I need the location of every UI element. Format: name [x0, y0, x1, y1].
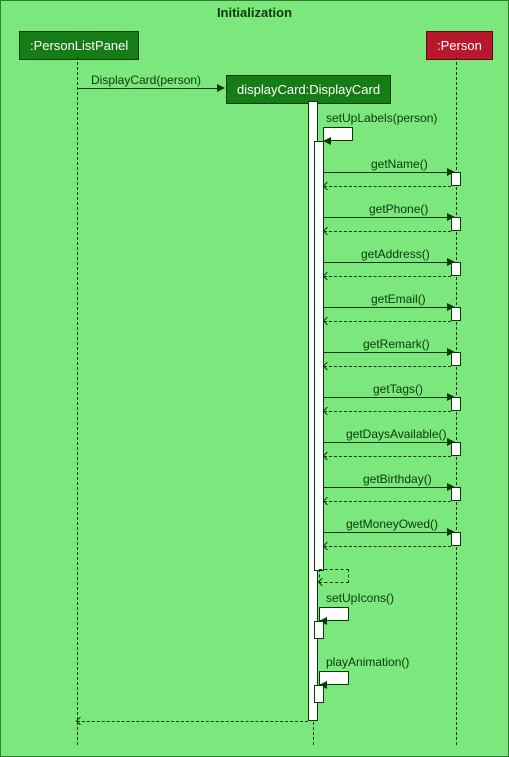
arrow-getemail	[324, 307, 449, 308]
returnhead-getemail	[323, 317, 331, 325]
participant-displaycard: displayCard:DisplayCard	[226, 75, 391, 104]
arrow-getmoneyowed	[324, 532, 449, 533]
lifeline-personlistpanel	[77, 57, 78, 745]
arrow-getphone	[324, 217, 449, 218]
arrowhead-create	[217, 84, 225, 92]
arrow-getremark	[324, 352, 449, 353]
arrow-getaddress	[324, 262, 449, 263]
msg-getaddress: getAddress()	[361, 247, 430, 261]
msg-getmoneyowed: getMoneyOwed()	[346, 517, 438, 531]
returnhead-gettags	[323, 407, 331, 415]
arrowhead-setuplabels	[323, 137, 331, 145]
msg-getphone: getPhone()	[369, 202, 428, 216]
msg-getemail: getEmail()	[371, 292, 426, 306]
activation-person-getaddress	[451, 262, 461, 276]
activation-person-getdaysavailable	[451, 442, 461, 456]
msg-getdaysavailable: getDaysAvailable()	[346, 427, 447, 441]
msg-getname: getName()	[371, 157, 428, 171]
activation-person-getemail	[451, 307, 461, 321]
participant-person: :Person	[426, 31, 493, 60]
returnhead-getname	[323, 182, 331, 190]
returnhead-getbirthday	[323, 497, 331, 505]
participant-personlistpanel: :PersonListPanel	[19, 31, 139, 60]
msg-gettags: getTags()	[373, 382, 423, 396]
arrow-gettags	[324, 397, 449, 398]
return-getbirthday	[324, 501, 451, 502]
activation-person-getbirthday	[451, 487, 461, 501]
return-getname	[324, 186, 451, 187]
returnhead-getmoneyowed	[323, 542, 331, 550]
arrow-getdaysavailable	[324, 442, 449, 443]
arrow-create	[77, 88, 219, 89]
returnhead-getaddress	[323, 272, 331, 280]
activation-setupicons	[314, 621, 324, 639]
activation-person-getremark	[451, 352, 461, 366]
msg-setupicons: setUpIcons()	[326, 591, 394, 605]
return-gettags	[324, 411, 451, 412]
msg-getbirthday: getBirthday()	[363, 472, 432, 486]
msg-getremark: getRemark()	[363, 337, 430, 351]
activation-person-getmoneyowed	[451, 532, 461, 546]
sequence-diagram: Initialization :PersonListPanel displayC…	[0, 0, 509, 757]
return-getaddress	[324, 276, 451, 277]
return-getmoneyowed	[324, 546, 451, 547]
msg-playanimation: playAnimation()	[326, 655, 409, 669]
activation-person-getname	[451, 172, 461, 186]
return-getdaysavailable	[324, 456, 451, 457]
return-getremark	[324, 366, 451, 367]
activation-playanimation	[314, 685, 324, 703]
msg-create: DisplayCard(person)	[91, 73, 201, 87]
final-return	[77, 721, 308, 722]
returnhead-getdaysavailable	[323, 452, 331, 460]
frame-title: Initialization	[1, 1, 508, 24]
arrow-getname	[324, 172, 449, 173]
activation-displaycard-setuplabels	[314, 141, 324, 571]
activation-person-getphone	[451, 217, 461, 231]
msg-setuplabels: setUpLabels(person)	[326, 111, 437, 125]
returnhead-getremark	[323, 362, 331, 370]
return-getphone	[324, 231, 451, 232]
arrow-getbirthday	[324, 487, 449, 488]
return-getemail	[324, 321, 451, 322]
activation-person-gettags	[451, 397, 461, 411]
returnhead-getphone	[323, 227, 331, 235]
